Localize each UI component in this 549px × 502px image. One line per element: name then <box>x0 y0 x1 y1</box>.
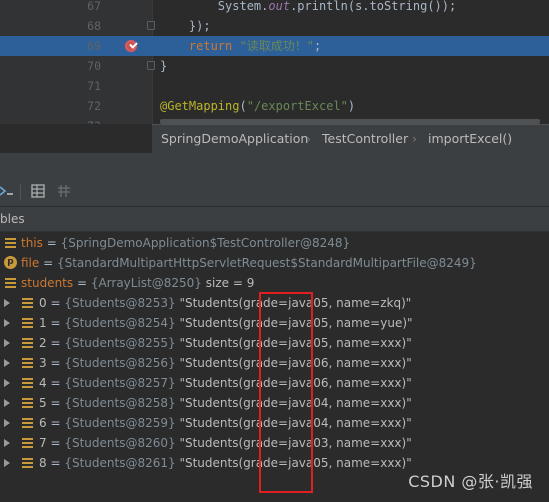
item-index: 1 <box>39 316 47 330</box>
equals-sign: = <box>46 416 65 430</box>
field-icon <box>5 277 16 289</box>
variable-type: {ArrayList@8250} <box>90 276 202 290</box>
code-text: return "读取成功！"; <box>188 39 322 53</box>
annotation-highlight-box <box>259 292 313 493</box>
field-icon <box>22 297 33 309</box>
fold-marker-icon[interactable] <box>147 61 155 70</box>
variable-name: file <box>21 256 40 270</box>
field-icon <box>5 237 16 249</box>
variables-header: bles <box>0 207 549 232</box>
equals-sign: = <box>46 396 65 410</box>
code-text: @GetMapping("/exportExcel") <box>160 99 356 113</box>
code-text: System.out.println(s.toString()); <box>217 0 457 13</box>
code-line[interactable]: 70} <box>0 56 549 76</box>
variable-name: students <box>21 276 74 290</box>
expand-arrow-icon[interactable] <box>4 419 10 427</box>
equals-sign: = <box>46 436 65 450</box>
item-type: {Students@8253} <box>64 296 176 310</box>
line-number[interactable]: 73 <box>61 116 101 124</box>
equals-sign: = <box>46 376 65 390</box>
breadcrumb-item-method[interactable]: importExcel() <box>428 131 512 146</box>
breakpoint-icon[interactable] <box>125 40 137 52</box>
field-icon <box>22 317 33 329</box>
item-type: {Students@8257} <box>64 376 176 390</box>
expand-arrow-icon[interactable] <box>4 319 10 327</box>
variable-row-file[interactable]: p file = {StandardMultipartHttpServletReq… <box>0 253 549 273</box>
item-type: {Students@8259} <box>64 416 176 430</box>
equals-sign: = <box>46 456 65 470</box>
item-index: 2 <box>39 336 47 350</box>
split-icon[interactable] <box>57 184 71 198</box>
item-index: 6 <box>39 416 47 430</box>
expand-arrow-icon[interactable] <box>4 439 10 447</box>
expand-arrow-icon[interactable] <box>4 339 10 347</box>
equals-sign: = <box>46 356 65 370</box>
expand-arrow-icon[interactable] <box>4 299 10 307</box>
code-text: }); <box>188 19 211 33</box>
fold-marker-icon[interactable] <box>147 21 155 30</box>
breadcrumb-separator: › <box>412 131 417 146</box>
line-number[interactable]: 69 <box>61 36 101 56</box>
variable-type: {SpringDemoApplication$TestController@82… <box>60 236 351 250</box>
line-number[interactable]: 70 <box>61 56 101 76</box>
expand-arrow-icon[interactable] <box>4 459 10 467</box>
line-number[interactable]: 68 <box>61 16 101 36</box>
breadcrumb-item-inner-class[interactable]: TestController <box>322 131 408 146</box>
field-icon <box>22 397 33 409</box>
item-type: {Students@8254} <box>64 316 176 330</box>
breadcrumb: SpringDemoApplication › TestController ›… <box>152 124 549 153</box>
item-type: {Students@8260} <box>64 436 176 450</box>
code-line[interactable]: 71 <box>0 76 549 96</box>
item-index: 0 <box>39 296 47 310</box>
field-icon <box>22 337 33 349</box>
item-index: 5 <box>39 396 47 410</box>
item-index: 8 <box>39 456 47 470</box>
watermark: CSDN @张·凯强 <box>408 472 533 491</box>
item-index: 3 <box>39 356 47 370</box>
code-line[interactable]: 67 System.out.println(s.toString()); <box>0 0 549 16</box>
field-icon <box>22 377 33 389</box>
line-number[interactable]: 71 <box>61 76 101 96</box>
debugger-toolbar <box>0 179 549 207</box>
equals-sign: = <box>46 336 65 350</box>
equals-sign: = <box>46 316 65 330</box>
field-icon <box>22 457 33 469</box>
item-type: {Students@8261} <box>64 456 176 470</box>
code-line[interactable]: 68 }); <box>0 16 549 36</box>
table-icon[interactable] <box>31 184 45 198</box>
step-icon[interactable] <box>0 184 14 198</box>
field-icon <box>22 417 33 429</box>
code-editor[interactable]: 67 System.out.println(s.toString()); 68 }… <box>0 0 549 124</box>
item-type: {Students@8255} <box>64 336 176 350</box>
variable-row-students[interactable]: students = {ArrayList@8250} size = 9 <box>0 273 549 293</box>
item-type: {Students@8256} <box>64 356 176 370</box>
field-icon <box>22 437 33 449</box>
expand-arrow-icon[interactable] <box>4 359 10 367</box>
line-number[interactable]: 72 <box>61 96 101 116</box>
toolbar-separator <box>20 184 21 200</box>
code-line[interactable]: 69 return "读取成功！"; <box>0 36 549 56</box>
expand-arrow-icon[interactable] <box>4 399 10 407</box>
code-text: } <box>160 59 168 73</box>
equals-sign: = <box>42 236 61 250</box>
variables-title: bles <box>0 212 25 226</box>
variable-row-this[interactable]: this = {SpringDemoApplication$TestContro… <box>0 233 549 253</box>
variable-value: size = 9 <box>201 276 255 290</box>
variable-name: this <box>21 236 43 250</box>
breadcrumb-separator: › <box>306 131 311 146</box>
equals-sign: = <box>39 256 57 270</box>
line-number[interactable]: 67 <box>61 0 101 16</box>
equals-sign: = <box>46 296 65 310</box>
breadcrumb-item-class[interactable]: SpringDemoApplication <box>161 131 308 146</box>
code-line[interactable]: 72 @GetMapping("/exportExcel") <box>0 96 549 116</box>
debugger-tab-strip <box>0 153 549 180</box>
item-index: 7 <box>39 436 47 450</box>
expand-arrow-icon[interactable] <box>4 379 10 387</box>
field-icon <box>22 357 33 369</box>
variable-type: {StandardMultipartHttpServletRequest$Sta… <box>56 256 477 270</box>
equals-sign: = <box>73 276 91 290</box>
parameter-icon: p <box>4 256 17 269</box>
item-type: {Students@8258} <box>64 396 176 410</box>
item-index: 4 <box>39 376 47 390</box>
